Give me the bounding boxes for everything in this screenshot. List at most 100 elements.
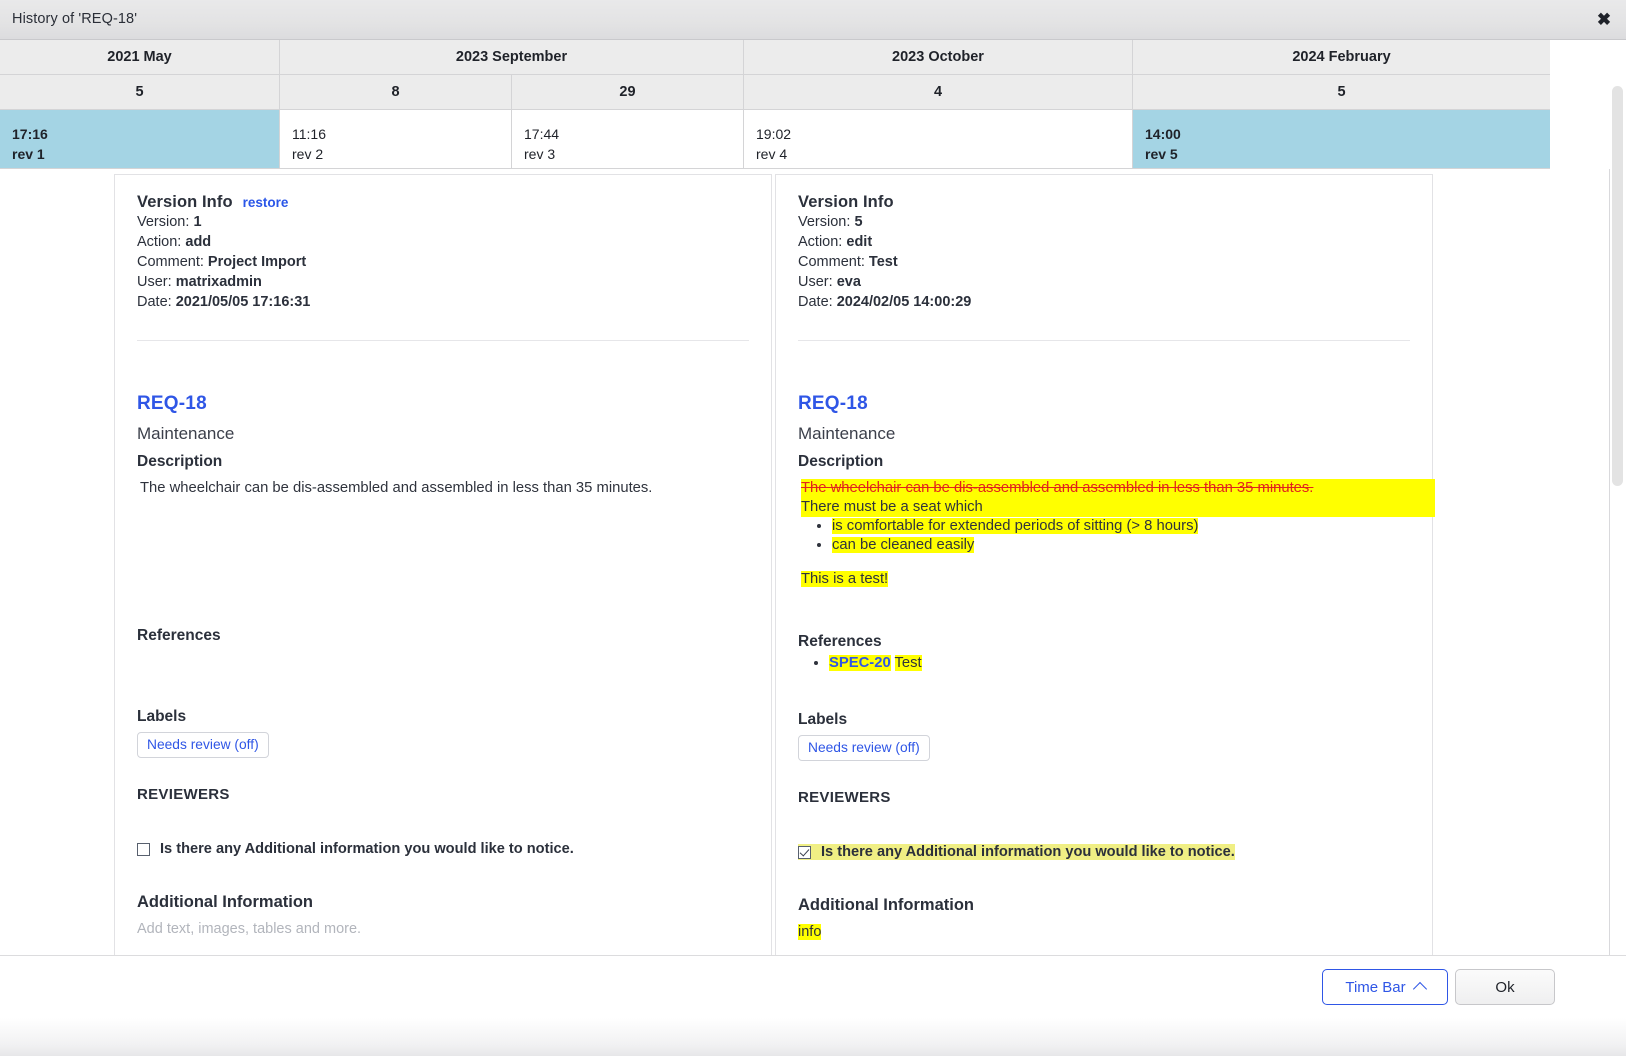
- version-field-version: Version: 1: [137, 213, 749, 233]
- description-extra-line: This is a test!: [801, 570, 1410, 589]
- description-body: The wheelchair can be dis-assembled and …: [137, 479, 749, 498]
- comparison-area: Version Info restore Version: 1 Action: …: [0, 169, 1550, 955]
- revision-time: 17:16: [12, 126, 48, 142]
- reviewer-checkbox-row[interactable]: Is there any Additional information you …: [798, 844, 1235, 860]
- checkrow-spacer: [137, 857, 749, 893]
- references-spacer: [798, 673, 1410, 711]
- version-field-action: Action: add: [137, 233, 749, 253]
- version-field-action: Action: edit: [798, 233, 1410, 253]
- version-field-date: Date: 2021/05/05 17:16:31: [137, 293, 749, 313]
- date-field-label: Date:: [798, 293, 833, 310]
- date-field-value: 2024/02/05 14:00:29: [836, 293, 972, 310]
- description-heading: Description: [798, 453, 884, 470]
- user-field-value: matrixadmin: [175, 273, 262, 290]
- additional-information-heading: Additional Information: [798, 896, 974, 914]
- revision-name: rev 1: [12, 146, 45, 162]
- checkrow-spacer: [798, 860, 1410, 896]
- labels-spacer: [137, 758, 749, 786]
- description-bullet-text: is comfortable for extended periods of s…: [832, 518, 1199, 534]
- additional-information-text: info: [798, 924, 822, 940]
- reviewer-question-label: Is there any Additional information you …: [821, 844, 1235, 860]
- vertical-scrollbar[interactable]: [1610, 41, 1626, 955]
- list-item: is comfortable for extended periods of s…: [832, 517, 1410, 536]
- description-changed-block: The wheelchair can be dis-assembled and …: [801, 479, 1435, 517]
- labels-heading: Labels: [137, 708, 187, 725]
- user-field-label: User:: [137, 273, 172, 290]
- date-field-label: Date:: [137, 293, 172, 310]
- time-bar-table: 2021 May 2023 September 2023 October 202…: [0, 40, 1550, 169]
- section-divider: [798, 340, 1410, 341]
- revision-time: 11:16: [292, 126, 326, 142]
- reviewer-question-label: Is there any Additional information you …: [160, 841, 574, 857]
- list-item: can be cleaned easily: [832, 536, 1410, 555]
- user-field-value: eva: [836, 273, 861, 290]
- content-right-divider: [1609, 169, 1610, 955]
- date-field-value: 2021/05/05 17:16:31: [175, 293, 311, 310]
- day-header-cell: 8: [280, 75, 512, 109]
- version-field-label: Version:: [137, 213, 190, 230]
- item-id-link[interactable]: REQ-18: [798, 393, 1410, 415]
- close-icon[interactable]: ✖: [1592, 9, 1616, 31]
- dialog-footer: Time Bar Ok: [0, 955, 1626, 1056]
- history-dialog: History of 'REQ-18' ✖ 2021 May 2023 Sept…: [0, 0, 1626, 1056]
- ok-button[interactable]: Ok: [1455, 969, 1555, 1005]
- ok-button-label: Ok: [1495, 978, 1515, 996]
- comment-field-value: Project Import: [207, 253, 307, 270]
- item-title: Maintenance: [137, 424, 235, 443]
- label-chip-needs-review[interactable]: Needs review (off): [137, 732, 269, 758]
- comment-field-label: Comment:: [798, 253, 865, 270]
- description-heading: Description: [137, 453, 223, 470]
- time-bar-button-label: Time Bar: [1345, 978, 1406, 996]
- reviewer-checkbox-row[interactable]: Is there any Additional information you …: [137, 841, 749, 857]
- dialog-title: History of 'REQ-18': [12, 11, 138, 27]
- restore-link[interactable]: restore: [243, 195, 289, 210]
- comment-field-label: Comment:: [137, 253, 204, 270]
- revision-cell-rev5[interactable]: 14:00 rev 5: [1133, 110, 1550, 168]
- revision-name: rev 5: [1145, 146, 1178, 162]
- revision-name: rev 2: [292, 146, 324, 162]
- list-item: SPEC-20 Test: [829, 653, 1410, 673]
- version-field-value: 1: [193, 213, 202, 230]
- revision-cell-rev4[interactable]: 19:02 rev 4: [744, 110, 1133, 168]
- item-id-link[interactable]: REQ-18: [137, 393, 749, 415]
- references-heading: References: [137, 627, 221, 644]
- vertical-scrollbar-thumb[interactable]: [1612, 86, 1623, 486]
- description-bullet-text: can be cleaned easily: [832, 537, 975, 553]
- labels-heading: Labels: [798, 711, 848, 728]
- reviewers-heading: REVIEWERS: [137, 786, 230, 803]
- reference-id-link[interactable]: SPEC-20: [829, 655, 891, 671]
- revision-time: 19:02: [756, 126, 792, 142]
- day-header-cell: 5: [0, 75, 280, 109]
- version-field-value: 5: [854, 213, 863, 230]
- day-header-cell: 5: [1337, 84, 1346, 100]
- chevron-up-icon: [1412, 981, 1427, 997]
- version-panel-right: Version Info Version: 5 Action: edit Com…: [775, 174, 1435, 955]
- reference-title: Test: [894, 655, 922, 671]
- description-added-line: There must be a seat which: [801, 499, 983, 515]
- time-bar-revision-row: 17:16 rev 1 11:16 rev 2 17:44 rev 3 19:0…: [0, 110, 1550, 169]
- time-bar-toggle-button[interactable]: Time Bar: [1322, 969, 1448, 1005]
- checkbox-icon[interactable]: [798, 845, 811, 859]
- reviewers-spacer: [137, 803, 749, 841]
- references-empty-spacer: [137, 645, 749, 708]
- revision-cell-rev3[interactable]: 17:44 rev 3: [512, 110, 744, 168]
- revision-name: rev 3: [524, 146, 556, 162]
- version-info-heading: Version Info: [137, 193, 233, 211]
- version-field-user: User: matrixadmin: [137, 273, 749, 293]
- version-field-user: User: eva: [798, 273, 1410, 293]
- time-bar-month-row: 2021 May 2023 September 2023 October 202…: [0, 40, 1550, 75]
- checkbox-icon[interactable]: [137, 842, 150, 856]
- time-bar-day-row: 5 8 29 4 5: [0, 75, 1550, 110]
- revision-name: rev 4: [756, 146, 788, 162]
- version-panel-left: Version Info restore Version: 1 Action: …: [114, 174, 772, 955]
- labels-spacer: [798, 761, 1410, 789]
- action-field-value: edit: [846, 233, 873, 250]
- revision-cell-rev1[interactable]: 17:16 rev 1: [0, 110, 280, 168]
- additional-information-heading: Additional Information: [137, 893, 313, 911]
- additional-information-placeholder: Add text, images, tables and more.: [137, 921, 362, 937]
- label-chip-needs-review[interactable]: Needs review (off): [798, 735, 930, 761]
- dialog-titlebar: History of 'REQ-18' ✖: [0, 0, 1626, 40]
- revision-cell-rev2[interactable]: 11:16 rev 2: [280, 110, 512, 168]
